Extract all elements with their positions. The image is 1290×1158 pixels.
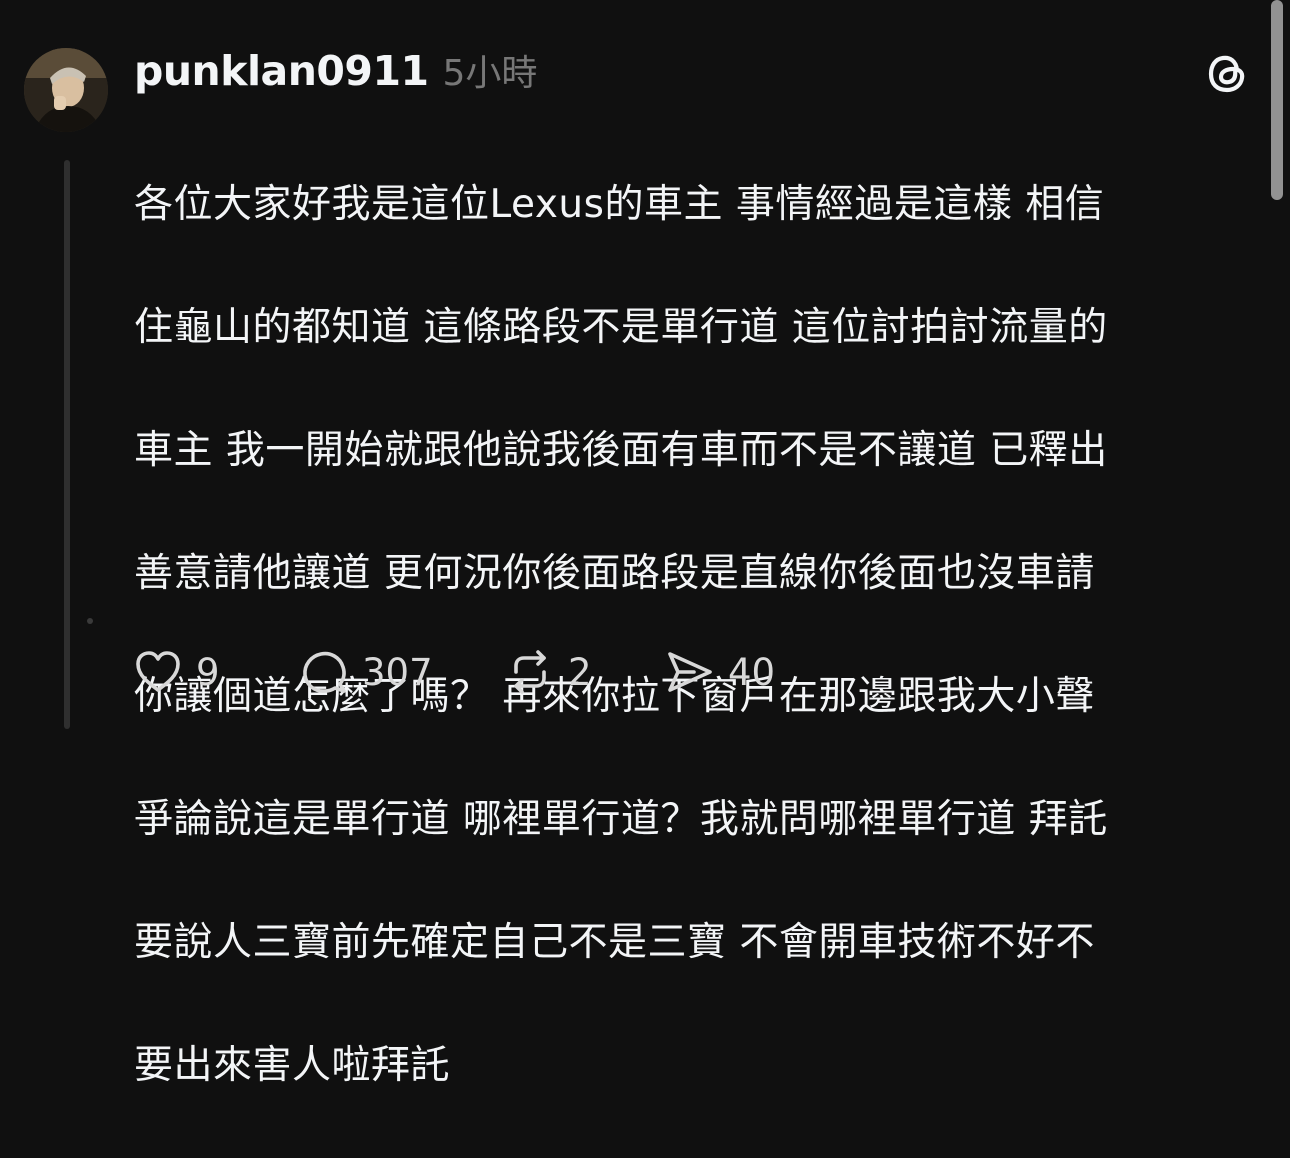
thread-line: [64, 160, 70, 729]
post-body-line: 善意請他讓道 更何況你後面路段是直線你後面也沒車請: [134, 550, 1095, 596]
comment-icon: [303, 651, 346, 693]
like-count: 9: [196, 650, 220, 694]
post-body-line: 要出來害人啦拜託: [134, 1042, 451, 1088]
repost-button[interactable]: 2: [504, 646, 664, 698]
username[interactable]: punklan0911: [134, 47, 429, 95]
post-body-line: 要說人三寶前先確定自己不是三寶 不會開車技術不好不: [134, 919, 1095, 965]
thread-post: punklan0911 5小時 各位大家好我是這位Lexus的車主 事情經過是這…: [0, 0, 1290, 1088]
like-button[interactable]: 9: [132, 646, 298, 698]
share-button[interactable]: 40: [664, 646, 775, 698]
post-header: punklan0911 5小時: [134, 44, 537, 98]
action-bar: 9 307 2 40: [132, 646, 775, 698]
reply-button[interactable]: 307: [298, 646, 504, 698]
threads-logo-icon[interactable]: [1202, 48, 1252, 98]
avatar-image: [24, 48, 108, 132]
repost-icon: [514, 650, 546, 694]
heart-icon: [136, 651, 180, 692]
thread-dot: [87, 618, 93, 624]
repost-count: 2: [568, 650, 592, 694]
send-icon: [668, 652, 712, 692]
scrollbar[interactable]: [1271, 0, 1283, 200]
reply-count: 307: [362, 650, 433, 694]
post-body-line: 住龜山的都知道 這條路段不是單行道 這位討拍討流量的: [134, 304, 1108, 350]
post-body: 各位大家好我是這位Lexus的車主 事情經過是這樣 相信 住龜山的都知道 這條路…: [134, 112, 1244, 1158]
post-body-line: 爭論說這是單行道 哪裡單行道？我就問哪裡單行道 拜託: [134, 796, 1108, 842]
post-body-line: 各位大家好我是這位Lexus的車主 事情經過是這樣 相信: [134, 181, 1105, 227]
avatar[interactable]: [24, 48, 108, 132]
post-body-line: 車主 我一開始就跟他說我後面有車而不是不讓道 已釋出: [134, 427, 1108, 473]
timestamp[interactable]: 5小時: [443, 44, 538, 96]
share-count: 40: [728, 650, 776, 694]
